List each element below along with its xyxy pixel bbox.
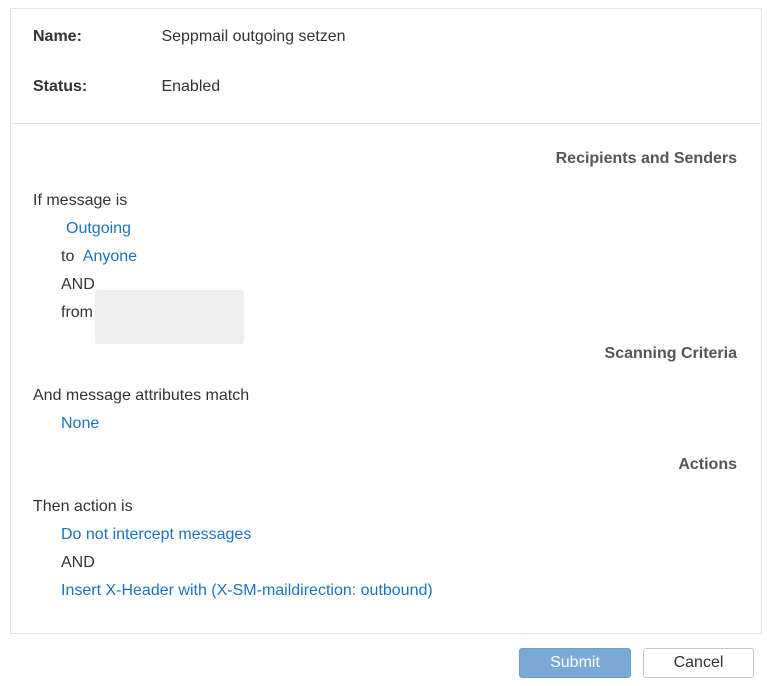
name-label: Name: bbox=[33, 28, 82, 45]
name-value: Seppmail outgoing setzen bbox=[161, 28, 346, 45]
from-label: from bbox=[61, 304, 93, 321]
scanning-section-title: Scanning Criteria bbox=[604, 345, 737, 362]
actions-and-label: AND bbox=[61, 554, 95, 571]
attributes-none-link[interactable]: None bbox=[61, 414, 99, 434]
recipients-section-title: Recipients and Senders bbox=[555, 150, 737, 167]
name-row: Name: Seppmail outgoing setzen bbox=[33, 27, 346, 47]
action-insert-header-link[interactable]: Insert X-Header with (X-SM-maildirection… bbox=[61, 581, 433, 601]
submit-button[interactable]: Submit bbox=[519, 648, 631, 678]
status-label: Status: bbox=[33, 78, 88, 95]
to-row: to Anyone bbox=[61, 247, 137, 267]
header-divider bbox=[11, 123, 761, 124]
cancel-button[interactable]: Cancel bbox=[643, 648, 754, 678]
status-value: Enabled bbox=[161, 78, 221, 95]
to-recipients-link[interactable]: Anyone bbox=[83, 248, 137, 265]
rule-summary-panel: Name: Seppmail outgoing setzen Status: E… bbox=[10, 8, 762, 634]
direction-link[interactable]: Outgoing bbox=[66, 219, 131, 239]
actions-intro: Then action is bbox=[33, 498, 133, 515]
status-row: Status: Enabled bbox=[33, 77, 220, 97]
actions-section-title: Actions bbox=[678, 456, 737, 473]
redacted-sender-link[interactable] bbox=[95, 290, 244, 344]
action-do-not-intercept-link[interactable]: Do not intercept messages bbox=[61, 525, 251, 545]
scanning-intro: And message attributes match bbox=[33, 387, 250, 404]
recipients-and-label: AND bbox=[61, 276, 95, 293]
to-label: to bbox=[61, 248, 75, 265]
recipients-intro: If message is bbox=[33, 192, 128, 209]
